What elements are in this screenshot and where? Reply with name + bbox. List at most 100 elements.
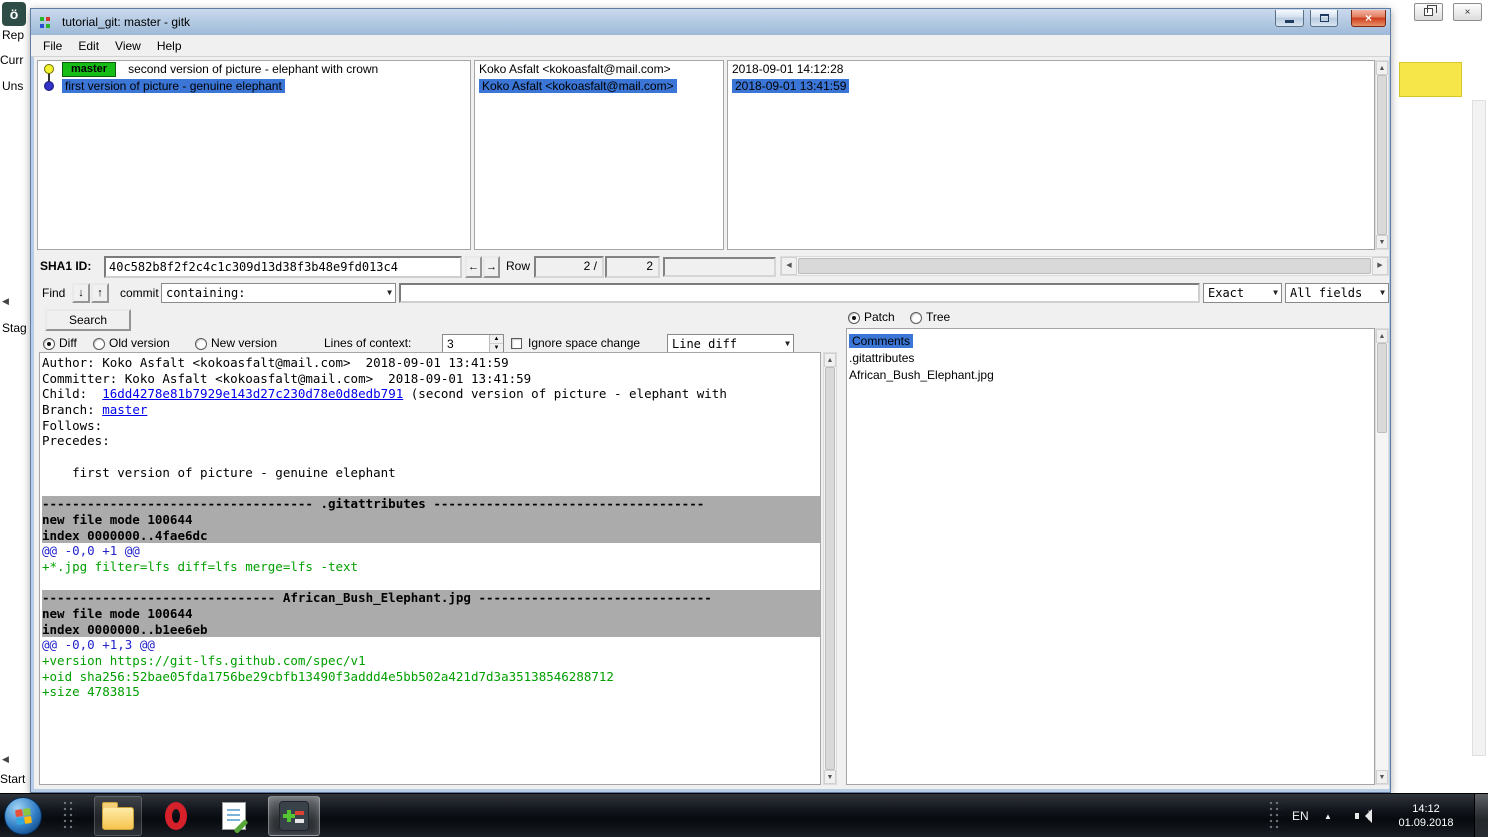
commit-graph-pane[interactable]: master second version of picture - elepha… xyxy=(37,60,471,250)
diff-scrollbar[interactable]: ▲ ▼ xyxy=(823,352,837,785)
language-indicator[interactable]: EN xyxy=(1292,794,1309,837)
background-fragment: Uns xyxy=(2,79,24,93)
taskbar-explorer-button[interactable] xyxy=(94,796,142,836)
taskbar-clock[interactable]: 14:12 01.09.2018 xyxy=(1388,794,1464,837)
diff-text: first version of picture - genuine eleph… xyxy=(42,464,396,480)
menu-file[interactable]: File xyxy=(35,37,70,55)
row-label: Row xyxy=(506,259,531,273)
background-fragment: Rep xyxy=(2,28,25,42)
diff-text: @@ -0,0 +1,3 @@ xyxy=(42,637,155,653)
find-prev-button[interactable]: ↑ xyxy=(91,283,109,303)
ignore-space-checkbox[interactable] xyxy=(511,338,522,349)
scroll-down-icon[interactable]: ▼ xyxy=(1376,770,1388,784)
tree-radio-label[interactable]: Tree xyxy=(926,310,950,324)
diff-text: Committer: Koko Asfalt <kokoasfalt@mail.… xyxy=(42,370,532,386)
patch-radio[interactable] xyxy=(848,312,860,324)
taskbar-grip[interactable] xyxy=(62,800,76,832)
find-case-dropdown[interactable]: Exact ▼ xyxy=(1203,283,1282,303)
commit-author-cell[interactable]: Koko Asfalt <kokoasfalt@mail.com> xyxy=(475,61,723,78)
sha1-input[interactable] xyxy=(104,256,462,278)
patch-radio-label[interactable]: Patch xyxy=(864,310,895,324)
show-desktop-button[interactable] xyxy=(1474,794,1488,837)
history-back-button[interactable]: ← xyxy=(465,256,482,278)
background-close-button[interactable]: × xyxy=(1453,3,1482,21)
new-version-label[interactable]: New version xyxy=(211,336,277,350)
minimize-button[interactable] xyxy=(1275,10,1304,27)
old-version-label[interactable]: Old version xyxy=(109,336,170,350)
commit-row[interactable]: master second version of picture - elepha… xyxy=(38,61,470,78)
scroll-down-icon[interactable]: ▼ xyxy=(1376,235,1388,249)
diff-line: +oid sha256:52bae05fda1756be29cbfb13490f… xyxy=(42,669,820,685)
scrollbar-thumb[interactable] xyxy=(825,367,835,770)
volume-icon[interactable]: ) xyxy=(1355,809,1372,823)
maximize-button[interactable] xyxy=(1310,10,1338,27)
close-button[interactable]: × xyxy=(1351,10,1386,27)
file-list-item[interactable]: African_Bush_Elephant.jpg xyxy=(847,367,1374,384)
folder-icon xyxy=(102,801,134,830)
scrollbar-thumb[interactable] xyxy=(1377,343,1387,433)
taskbar-gitk-button[interactable] xyxy=(268,796,320,836)
background-scrollbar[interactable] xyxy=(1472,100,1486,756)
diff-text: +oid sha256:52bae05fda1756be29cbfb13490f… xyxy=(42,668,614,684)
tree-radio[interactable] xyxy=(910,312,922,324)
commit-list-scrollbar[interactable]: ▲ ▼ xyxy=(1375,60,1389,250)
file-name: Comments xyxy=(849,334,914,348)
background-restore-button[interactable] xyxy=(1414,3,1443,21)
find-next-button[interactable]: ↓ xyxy=(72,283,90,303)
minimize-icon xyxy=(1285,20,1294,23)
commit-date-pane[interactable]: 2018-09-01 14:12:28 2018-09-01 13:41:59 xyxy=(727,60,1375,250)
tray-expand-icon[interactable]: ▲ xyxy=(1324,794,1332,837)
background-scroll-left-icon[interactable]: ◀ xyxy=(2,754,9,765)
title-bar[interactable]: tutorial_git: master - gitk × xyxy=(31,9,1390,35)
find-match-mode-dropdown[interactable]: containing: ▼ xyxy=(161,283,396,303)
chevron-down-icon: ▼ xyxy=(785,339,790,348)
scrollbar-thumb[interactable] xyxy=(798,258,1371,274)
scrollbar-thumb[interactable] xyxy=(1377,75,1387,235)
commit-date-cell[interactable]: 2018-09-01 13:41:59 xyxy=(728,78,1374,95)
scroll-down-icon[interactable]: ▼ xyxy=(824,770,836,784)
scroll-left-icon[interactable]: ◀ xyxy=(781,257,797,275)
spin-up-icon[interactable]: ▲ xyxy=(490,335,503,344)
taskbar-opera-button[interactable] xyxy=(152,796,200,836)
diff-radio-label[interactable]: Diff xyxy=(59,336,77,350)
diff-mode-dropdown[interactable]: Line diff ▼ xyxy=(667,334,794,354)
horizontal-scrollbar[interactable]: ◀ ▶ xyxy=(780,256,1389,276)
scroll-up-icon[interactable]: ▲ xyxy=(824,353,836,367)
history-forward-button[interactable]: → xyxy=(483,256,500,278)
commit-author-pane[interactable]: Koko Asfalt <kokoasfalt@mail.com> Koko As… xyxy=(474,60,724,250)
old-version-radio[interactable] xyxy=(93,338,105,350)
scroll-right-icon[interactable]: ▶ xyxy=(1372,257,1388,275)
menu-help[interactable]: Help xyxy=(149,37,190,55)
file-list-item[interactable]: .gitattributes xyxy=(847,350,1374,367)
diff-text: Follows: xyxy=(42,417,110,433)
file-list-pane[interactable]: Comments .gitattributes African_Bush_Eleph… xyxy=(846,328,1375,785)
commit-link[interactable]: master xyxy=(102,402,147,417)
find-input[interactable] xyxy=(399,283,1200,303)
diff-mode-value: Line diff xyxy=(672,337,738,351)
commit-link[interactable]: 16dd4278e81b7929e143d27c230d78e0d8edb791 xyxy=(102,386,403,401)
file-list-scrollbar[interactable]: ▲ ▼ xyxy=(1375,328,1389,785)
diff-line xyxy=(42,575,820,591)
menu-edit[interactable]: Edit xyxy=(70,37,107,55)
diff-radio[interactable] xyxy=(43,338,55,350)
find-fields-dropdown[interactable]: All fields ▼ xyxy=(1285,283,1389,303)
scroll-up-icon[interactable]: ▲ xyxy=(1376,61,1388,75)
commit-row[interactable]: first version of picture - genuine eleph… xyxy=(38,78,470,95)
file-list-item[interactable]: Comments xyxy=(847,333,1374,350)
start-button[interactable] xyxy=(4,797,42,835)
diff-text: Precedes: xyxy=(42,433,118,449)
background-scroll-left-icon[interactable]: ◀ xyxy=(2,296,9,307)
commit-author-cell[interactable]: Koko Asfalt <kokoasfalt@mail.com> xyxy=(475,78,723,95)
ignore-space-label[interactable]: Ignore space change xyxy=(528,336,640,350)
diff-view[interactable]: Author: Koko Asfalt <kokoasfalt@mail.com… xyxy=(39,352,821,785)
menu-view[interactable]: View xyxy=(107,37,149,55)
new-version-radio[interactable] xyxy=(195,338,207,350)
scroll-up-icon[interactable]: ▲ xyxy=(1376,329,1388,343)
tray-grip[interactable] xyxy=(1268,800,1282,832)
context-spinner[interactable]: 3 ▲ ▼ xyxy=(442,334,504,354)
forward-arrow-icon: → xyxy=(486,261,497,273)
search-button[interactable]: Search xyxy=(45,309,131,331)
taskbar-editor-button[interactable] xyxy=(210,796,258,836)
commit-date-cell[interactable]: 2018-09-01 14:12:28 xyxy=(728,61,1374,78)
commit-dot-blue xyxy=(44,81,54,91)
